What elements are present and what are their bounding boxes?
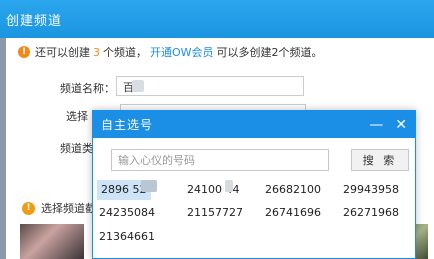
channel-name-input[interactable]: 百 [116, 76, 304, 96]
number-option[interactable]: 26741696 [265, 203, 321, 223]
number-option[interactable]: 29943958 [343, 180, 399, 200]
channel-icon-notice: ! 选择频道截 [22, 200, 96, 216]
search-row [111, 149, 329, 171]
warning-icon: ! [22, 201, 35, 215]
number-option[interactable]: 26682100 [265, 180, 321, 200]
dialog-title: 自主选号 [101, 118, 154, 132]
info-icon: ! [18, 46, 30, 58]
notice-tail: 可以多创建2个频道。 [216, 46, 323, 59]
warning-text: 选择频道截 [41, 202, 96, 215]
window-title: 创建频道 [6, 13, 63, 29]
channel-image-thumbnail[interactable] [20, 224, 84, 259]
number-option[interactable]: 21364661 [99, 227, 155, 247]
number-search-input[interactable] [111, 149, 329, 171]
dialog-controls: — ✕ [369, 118, 407, 132]
minimize-icon[interactable]: — [369, 118, 383, 132]
create-channel-titlebar: 创建频道 [0, 0, 434, 38]
number-option[interactable]: 24235084 [99, 203, 155, 223]
redacted-area [141, 180, 157, 192]
notice-count: 3 [93, 45, 100, 59]
close-icon[interactable]: ✕ [395, 118, 407, 132]
channel-quota-notice: ! 还可以创建 3 个频道， 开通OW会员 可以多创建2个频道。 [18, 44, 323, 60]
channel-name-label: 频道名称： [60, 82, 115, 95]
search-button[interactable]: 搜 索 [351, 149, 409, 171]
channel-type-label: 频道类 [60, 142, 93, 155]
number-option[interactable]: 21157727 [187, 203, 243, 223]
notice-prefix: 还可以创建 [35, 46, 90, 59]
window-edge [0, 0, 6, 259]
number-option[interactable]: 26271968 [343, 203, 399, 223]
redacted-area [132, 80, 144, 92]
open-ow-vip-link[interactable]: 开通OW会员 [150, 44, 214, 60]
choose-label: 选择 [66, 110, 88, 123]
redacted-area [225, 180, 233, 192]
dialog-titlebar: 自主选号 — ✕ [93, 111, 415, 138]
notice-suffix: 个频道， [103, 46, 147, 59]
